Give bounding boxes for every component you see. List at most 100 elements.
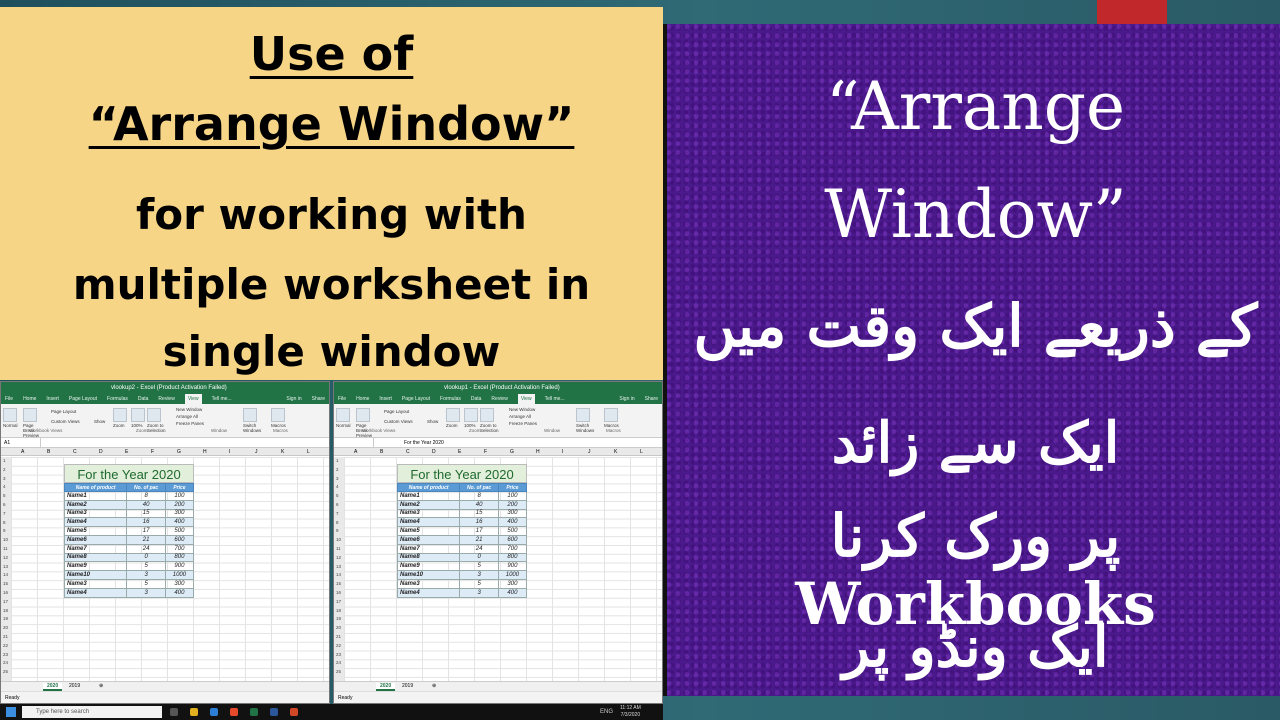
table-cell[interactable]: Name3 xyxy=(63,578,128,589)
name-box[interactable]: A1 xyxy=(1,438,41,447)
windows-start-icon[interactable] xyxy=(6,707,16,717)
row-header[interactable]: 21 xyxy=(3,634,8,639)
table-cell[interactable]: 0 xyxy=(126,552,166,563)
table-cell[interactable]: Name3 xyxy=(396,508,461,519)
row-header[interactable]: 16 xyxy=(336,590,341,595)
column-header[interactable]: A xyxy=(21,449,24,455)
normal-view-icon[interactable] xyxy=(3,408,17,422)
table-cell[interactable]: Name4 xyxy=(396,587,461,598)
table-cell[interactable]: 16 xyxy=(126,517,166,528)
table-cell[interactable]: 15 xyxy=(459,508,499,519)
table-cell[interactable]: 100 xyxy=(164,491,195,501)
zoom100-icon[interactable] xyxy=(131,408,145,422)
table-cell[interactable]: 100 xyxy=(497,491,528,501)
taskbar-search-input[interactable]: Type here to search xyxy=(22,706,162,718)
name-box[interactable] xyxy=(334,438,374,447)
table-cell[interactable]: 17 xyxy=(459,526,499,536)
table-cell[interactable]: Name3 xyxy=(396,578,461,589)
table-cell[interactable]: 1000 xyxy=(164,570,195,580)
ribbon-tab[interactable]: Data xyxy=(471,394,482,404)
table-title[interactable]: For the Year 2020 xyxy=(397,464,527,483)
row-header[interactable]: 21 xyxy=(336,634,341,639)
column-header[interactable]: F xyxy=(151,449,154,455)
table-cell[interactable]: Name4 xyxy=(396,517,461,528)
ribbon-tab[interactable]: Review xyxy=(491,394,507,404)
freeze-panes-button[interactable]: Freeze Panes xyxy=(509,421,537,426)
row-header[interactable]: 14 xyxy=(336,572,341,577)
row-header[interactable]: 2 xyxy=(336,467,339,472)
ribbon-tab[interactable]: File xyxy=(5,394,13,404)
table-cell[interactable]: 400 xyxy=(497,587,528,598)
table-cell[interactable]: 21 xyxy=(459,534,499,545)
column-header[interactable]: J xyxy=(588,449,591,455)
new-window-button[interactable]: New Window xyxy=(176,407,202,412)
table-cell[interactable]: 8 xyxy=(459,491,499,501)
column-header[interactable]: G xyxy=(510,449,514,455)
table-cell[interactable]: 200 xyxy=(497,499,528,510)
zoom-icon[interactable] xyxy=(446,408,460,422)
row-header[interactable]: 12 xyxy=(336,555,341,560)
powerpoint-taskbar-icon[interactable] xyxy=(290,708,298,716)
share-button[interactable]: Share xyxy=(312,394,325,404)
column-header[interactable]: I xyxy=(562,449,563,455)
page-break-icon[interactable] xyxy=(23,408,37,422)
column-header[interactable]: F xyxy=(484,449,487,455)
show-button[interactable]: Show xyxy=(94,419,105,424)
table-cell[interactable]: Name1 xyxy=(396,491,461,501)
table-cell[interactable]: 200 xyxy=(164,499,195,510)
table-cell[interactable]: Name9 xyxy=(63,561,128,572)
page-layout-button[interactable]: Page Layout xyxy=(51,409,76,414)
table-cell[interactable]: Name5 xyxy=(63,526,128,536)
table-cell[interactable]: 15 xyxy=(126,508,166,519)
table-cell[interactable]: 5 xyxy=(126,561,166,572)
table-cell[interactable]: Name4 xyxy=(63,587,128,598)
table-cell[interactable]: 300 xyxy=(497,508,528,519)
task-view-icon[interactable] xyxy=(170,708,178,716)
ribbon-tab[interactable]: Home xyxy=(356,394,369,404)
table-cell[interactable]: 1000 xyxy=(497,570,528,580)
row-header[interactable]: 6 xyxy=(3,502,6,507)
table-cell[interactable]: 3 xyxy=(126,587,166,598)
signin-link[interactable]: Sign in xyxy=(286,394,301,404)
macros-icon[interactable] xyxy=(604,408,618,422)
row-header[interactable]: 23 xyxy=(336,652,341,657)
row-header[interactable]: 7 xyxy=(3,511,6,516)
row-header[interactable]: 8 xyxy=(3,520,6,525)
table-cell[interactable]: 400 xyxy=(164,517,195,528)
custom-views-button[interactable]: Custom Views xyxy=(51,419,80,424)
macros-icon[interactable] xyxy=(271,408,285,422)
ribbon-tab[interactable]: View xyxy=(184,394,202,404)
excel-titlebar[interactable]: vlookup1 - Excel (Product Activation Fai… xyxy=(334,382,662,394)
row-header[interactable]: 17 xyxy=(336,599,341,604)
sheet-tab-2020[interactable]: 2020 xyxy=(43,683,63,691)
ribbon-tab[interactable]: Home xyxy=(23,394,36,404)
row-header[interactable]: 3 xyxy=(3,476,6,481)
table-cell[interactable]: 40 xyxy=(126,499,166,510)
table-cell[interactable]: Name6 xyxy=(396,534,461,545)
word-taskbar-icon[interactable] xyxy=(270,708,278,716)
ribbon-tab[interactable]: Data xyxy=(138,394,149,404)
table-cell[interactable]: Name6 xyxy=(63,534,128,545)
language-indicator[interactable]: ENG xyxy=(600,709,613,715)
row-header[interactable]: 3 xyxy=(336,476,339,481)
zoom-selection-icon[interactable] xyxy=(147,408,161,422)
formula-input[interactable]: For the Year 2020 xyxy=(374,438,444,447)
table-cell[interactable]: 24 xyxy=(459,543,499,554)
table-cell[interactable]: Name1 xyxy=(63,491,128,501)
column-header[interactable]: C xyxy=(406,449,410,455)
new-window-button[interactable]: New Window xyxy=(509,407,535,412)
file-explorer-icon[interactable] xyxy=(190,708,198,716)
table-cell[interactable]: 300 xyxy=(497,578,528,589)
row-header[interactable]: 13 xyxy=(336,564,341,569)
table-cell[interactable]: 600 xyxy=(164,534,195,545)
table-header-cell[interactable]: Name of product xyxy=(63,483,128,492)
row-header[interactable]: 25 xyxy=(3,669,8,674)
row-header[interactable]: 22 xyxy=(3,643,8,648)
excel-titlebar[interactable]: vlookup2 - Excel (Product Activation Fai… xyxy=(1,382,329,394)
column-header[interactable]: L xyxy=(640,449,643,455)
ribbon-tab[interactable]: Formulas xyxy=(107,394,128,404)
row-header[interactable]: 16 xyxy=(3,590,8,595)
table-cell[interactable]: Name7 xyxy=(63,543,128,554)
ribbon-tab[interactable]: Insert xyxy=(379,394,392,404)
row-header[interactable]: 18 xyxy=(336,608,341,613)
